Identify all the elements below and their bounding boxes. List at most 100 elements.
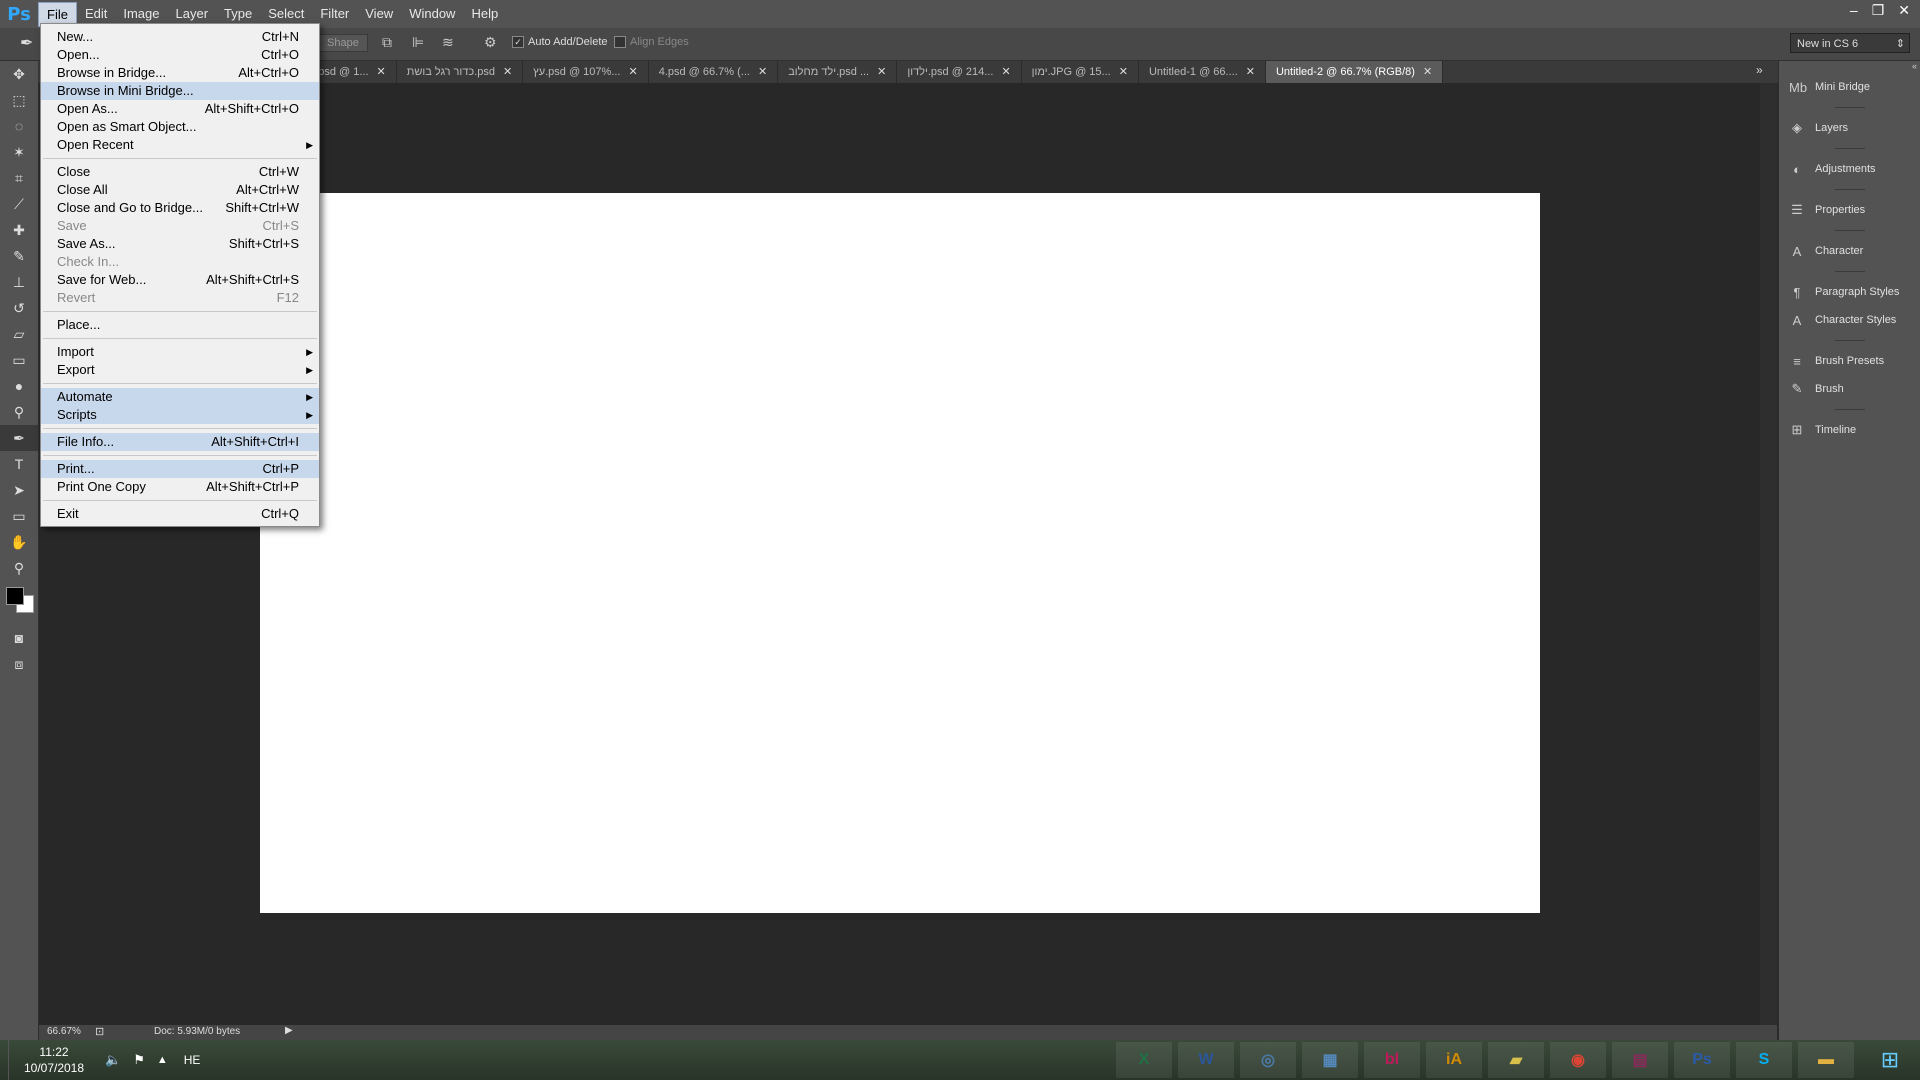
collapse-dock-icon[interactable]: « xyxy=(1779,61,1920,73)
document-tab[interactable]: כדור רגל בושת.psd ✕ xyxy=(397,61,524,83)
file-menu-item-browse-in-mini-bridge[interactable]: Browse in Mini Bridge... xyxy=(41,82,319,100)
file-menu-item-open-as[interactable]: Open As... Alt+Shift+Ctrl+O xyxy=(41,100,319,118)
file-menu-item-scripts[interactable]: Scripts ▶ xyxy=(41,406,319,424)
panel-mini-bridge[interactable]: Mb Mini Bridge xyxy=(1779,73,1920,101)
file-menu-item-exit[interactable]: Exit Ctrl+Q xyxy=(41,505,319,523)
panel-properties[interactable]: ☰ Properties xyxy=(1779,196,1920,224)
crop-tool-icon[interactable]: ⌗ xyxy=(0,165,38,191)
start-button-icon[interactable]: ⊞ xyxy=(1860,1040,1920,1080)
menu-view[interactable]: View xyxy=(357,2,401,27)
eyedropper-tool-icon[interactable]: ⟋ xyxy=(0,191,38,217)
show-hidden-icons-icon[interactable]: ▲ xyxy=(157,1054,168,1066)
clock[interactable]: 11:22 10/07/2018 xyxy=(9,1044,99,1076)
foreground-color-swatch[interactable] xyxy=(6,587,24,605)
file-menu-item-close-and-go-to-bridge[interactable]: Close and Go to Bridge... Shift+Ctrl+W xyxy=(41,199,319,217)
pen-tool-icon[interactable]: ✒ xyxy=(0,425,38,451)
menu-window[interactable]: Window xyxy=(401,2,463,27)
close-tab-icon[interactable]: ✕ xyxy=(1246,61,1255,83)
control-panel-icon[interactable]: ▦ xyxy=(1302,1042,1358,1078)
status-menu-arrow-icon[interactable]: ▶ xyxy=(285,1025,293,1036)
excel-icon[interactable]: X xyxy=(1116,1042,1172,1078)
file-menu-item-save-for-web[interactable]: Save for Web... Alt+Shift+Ctrl+S xyxy=(41,271,319,289)
panel-group-grip[interactable] xyxy=(1779,142,1920,155)
document-tab[interactable]: Untitled-2 @ 66.7% (RGB/8) ✕ xyxy=(1265,61,1444,83)
word-icon[interactable]: W xyxy=(1178,1042,1234,1078)
healing-brush-tool-icon[interactable]: ✚ xyxy=(0,217,38,243)
photoshop-icon[interactable]: Ps xyxy=(1674,1042,1730,1078)
shape-button[interactable]: Shape xyxy=(318,34,368,52)
align-edges-checkbox[interactable]: Align Edges xyxy=(614,36,689,49)
file-menu-item-automate[interactable]: Automate ▶ xyxy=(41,388,319,406)
close-tab-icon[interactable]: ✕ xyxy=(628,61,637,83)
document-tab[interactable]: עץ.psd @ 107%... ✕ xyxy=(523,61,649,83)
gradient-tool-icon[interactable]: ▭ xyxy=(0,347,38,373)
file-menu-item-close[interactable]: Close Ctrl+W xyxy=(41,163,319,181)
close-tab-icon[interactable]: ✕ xyxy=(377,61,386,83)
file-menu-item-browse-in-bridge[interactable]: Browse in Bridge... Alt+Ctrl+O xyxy=(41,64,319,82)
close-tab-icon[interactable]: ✕ xyxy=(758,61,767,83)
document-tab[interactable]: 4.psd @ 66.7% (... ✕ xyxy=(649,61,779,83)
language-indicator[interactable]: HE xyxy=(184,1053,201,1067)
marquee-tool-icon[interactable]: ⬚ xyxy=(0,87,38,113)
minimize-button[interactable]: – xyxy=(1850,2,1858,19)
folder-app-icon[interactable]: ▰ xyxy=(1488,1042,1544,1078)
zoom-tool-icon[interactable]: ⚲ xyxy=(0,555,38,581)
panel-timeline[interactable]: ⊞ Timeline xyxy=(1779,416,1920,444)
file-menu-item-import[interactable]: Import ▶ xyxy=(41,343,319,361)
bridge-icon[interactable]: bl xyxy=(1364,1042,1420,1078)
panel-layers[interactable]: ◈ Layers xyxy=(1779,114,1920,142)
close-tab-icon[interactable]: ✕ xyxy=(877,61,886,83)
rectangle-tool-icon[interactable]: ▭ xyxy=(0,503,38,529)
indesign-icon[interactable]: iA xyxy=(1426,1042,1482,1078)
panel-group-grip[interactable] xyxy=(1779,334,1920,347)
document-tab[interactable]: Untitled-1 @ 66.... ✕ xyxy=(1139,61,1266,83)
skype-icon[interactable]: S xyxy=(1736,1042,1792,1078)
file-menu-item-close-all[interactable]: Close All Alt+Ctrl+W xyxy=(41,181,319,199)
file-menu-item-file-info[interactable]: File Info... Alt+Shift+Ctrl+I xyxy=(41,433,319,451)
file-menu-item-print[interactable]: Print... Ctrl+P xyxy=(41,460,319,478)
screen-mode-icon[interactable]: ⧈ xyxy=(0,651,38,677)
document-tab[interactable]: ילד מחלוב.psd ... ✕ xyxy=(778,61,898,83)
file-menu-item-save-as[interactable]: Save As... Shift+Ctrl+S xyxy=(41,235,319,253)
panel-paragraph-styles[interactable]: ¶ Paragraph Styles xyxy=(1779,278,1920,306)
file-menu-item-open-as-smart-object[interactable]: Open as Smart Object... xyxy=(41,118,319,136)
panel-brush-presets[interactable]: ≡ Brush Presets xyxy=(1779,347,1920,375)
lasso-tool-icon[interactable]: ◌ xyxy=(0,113,38,139)
panel-group-grip[interactable] xyxy=(1779,265,1920,278)
volume-icon[interactable]: 🔈 xyxy=(105,1052,121,1068)
explorer-icon[interactable]: ▬ xyxy=(1798,1042,1854,1078)
blur-tool-icon[interactable]: ● xyxy=(0,373,38,399)
menu-help[interactable]: Help xyxy=(463,2,506,27)
close-tab-icon[interactable]: ✕ xyxy=(1423,61,1432,83)
chrome-icon[interactable]: ◉ xyxy=(1550,1042,1606,1078)
brush-tool-icon[interactable]: ✎ xyxy=(0,243,38,269)
move-tool-icon[interactable]: ✥ xyxy=(0,61,38,87)
dodge-tool-icon[interactable]: ⚲ xyxy=(0,399,38,425)
panel-group-grip[interactable] xyxy=(1779,224,1920,237)
file-menu-item-place[interactable]: Place... xyxy=(41,316,319,334)
path-arrangement-icon[interactable]: ≋ xyxy=(442,34,454,51)
panel-group-grip[interactable] xyxy=(1779,101,1920,114)
workspace-select[interactable]: New in CS 6 ⇕ xyxy=(1790,33,1910,53)
stamp-tool-icon[interactable]: ⊥ xyxy=(0,269,38,295)
quick-mask-icon[interactable]: ◙ xyxy=(0,625,38,651)
more-tabs-icon[interactable]: » xyxy=(1756,63,1763,77)
panel-character-styles[interactable]: A Character Styles xyxy=(1779,306,1920,334)
panel-adjustments[interactable]: ◐ Adjustments xyxy=(1779,155,1920,183)
panel-brush[interactable]: ✎ Brush xyxy=(1779,375,1920,403)
zoom-level[interactable]: 66.67% xyxy=(47,1026,81,1037)
panel-group-grip[interactable] xyxy=(1779,183,1920,196)
type-tool-icon[interactable]: T xyxy=(0,451,38,477)
panel-character[interactable]: A Character xyxy=(1779,237,1920,265)
close-tab-icon[interactable]: ✕ xyxy=(503,61,512,83)
winrar-icon[interactable]: ▤ xyxy=(1612,1042,1668,1078)
canvas[interactable] xyxy=(260,193,1540,913)
path-alignment-icon[interactable]: ⊫ xyxy=(412,34,424,51)
status-info-icon[interactable]: ⊡ xyxy=(95,1025,104,1038)
file-menu-item-open-recent[interactable]: Open Recent ▶ xyxy=(41,136,319,154)
file-menu-item-open[interactable]: Open... Ctrl+O xyxy=(41,46,319,64)
action-center-flag-icon[interactable]: ⚑ xyxy=(133,1052,145,1068)
magic-wand-tool-icon[interactable]: ✶ xyxy=(0,139,38,165)
file-menu-item-print-one-copy[interactable]: Print One Copy Alt+Shift+Ctrl+P xyxy=(41,478,319,496)
history-brush-tool-icon[interactable]: ↺ xyxy=(0,295,38,321)
